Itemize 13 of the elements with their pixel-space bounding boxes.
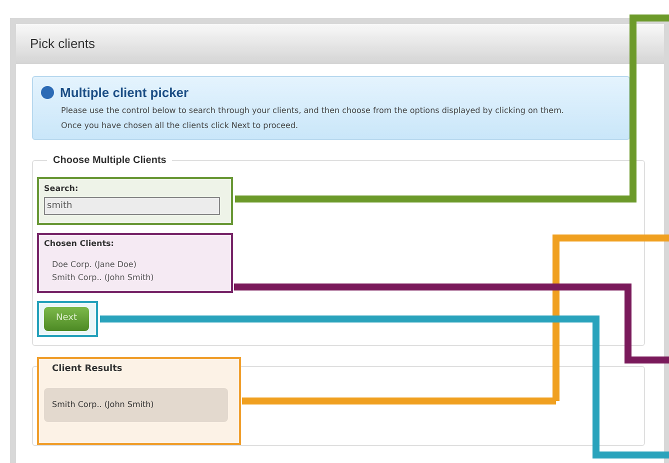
chosen-client[interactable]: Doe Corp. (Jane Doe)	[52, 258, 226, 270]
window-title: Pick clients	[16, 24, 664, 64]
info-text: Please use the control below to search through your clients, and then choose from the options displayed by clicking on them.	[61, 104, 565, 117]
info-text: Once you have chosen all the clients click Next to proceed.	[61, 120, 300, 132]
fieldset-legend: Choose Multiple Clients	[47, 152, 172, 168]
chosen-client[interactable]: Smith Corp.. (John Smith)	[52, 270, 226, 284]
chosen-label: Chosen Clients:	[44, 238, 115, 250]
info-title: Multiple client picker	[60, 84, 189, 102]
search-label: Search:	[44, 182, 80, 194]
info-icon	[41, 86, 54, 100]
result-item[interactable]: Smith Corp.. (John Smith)	[44, 388, 228, 422]
search-field[interactable]: smith	[44, 196, 220, 214]
results-legend: Client Results	[52, 362, 234, 376]
